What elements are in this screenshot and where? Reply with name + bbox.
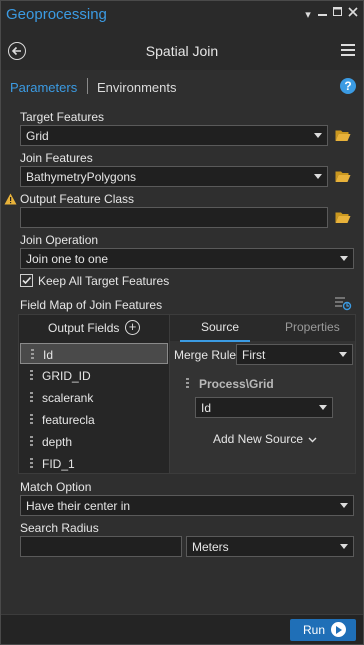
drag-handle-icon[interactable]	[30, 392, 33, 403]
drag-handle-icon[interactable]	[30, 436, 33, 447]
chevron-down-icon	[314, 133, 322, 138]
target-features-select[interactable]: Grid	[20, 125, 328, 146]
join-operation-label: Join Operation	[20, 233, 99, 247]
tab-environments[interactable]: Environments	[97, 80, 176, 95]
chevron-down-icon	[339, 352, 347, 357]
join-operation-select[interactable]: Join one to one	[20, 248, 354, 269]
run-label: Run	[303, 623, 326, 637]
drag-handle-icon[interactable]	[30, 414, 33, 425]
help-icon[interactable]: ?	[340, 78, 356, 94]
target-features-value: Grid	[26, 129, 49, 143]
field-name: FID_1	[42, 457, 75, 471]
field-map-settings-icon[interactable]	[334, 295, 352, 314]
join-operation-value: Join one to one	[26, 252, 109, 266]
chevron-down-icon	[314, 174, 322, 179]
folder-open-icon[interactable]	[335, 211, 351, 224]
run-button[interactable]: Run	[290, 619, 356, 641]
field-map-label: Field Map of Join Features	[20, 298, 163, 312]
menu-icon[interactable]	[341, 44, 355, 56]
tab-source-indicator	[180, 340, 250, 342]
source-field-value: Id	[201, 401, 212, 415]
output-feature-class-input[interactable]	[20, 207, 328, 228]
target-features-label: Target Features	[20, 110, 105, 124]
tool-title: Spatial Join	[145, 43, 219, 59]
field-name: depth	[42, 435, 73, 449]
chevron-down-icon	[308, 437, 317, 443]
list-item[interactable]: depth	[20, 431, 168, 452]
tab-parameters[interactable]: Parameters	[10, 80, 77, 95]
join-features-value: BathymetryPolygons	[26, 170, 137, 184]
drag-handle-icon[interactable]	[31, 349, 34, 360]
close-icon[interactable]	[347, 7, 359, 20]
list-item[interactable]: FID_1	[20, 453, 168, 474]
maximize-icon[interactable]	[332, 7, 344, 20]
dropdown-icon[interactable]: ▾	[302, 8, 314, 21]
search-radius-input[interactable]	[20, 536, 182, 557]
search-radius-unit-value: Meters	[192, 540, 229, 554]
play-icon	[331, 622, 346, 637]
field-name: GRID_ID	[42, 369, 91, 383]
drag-handle-icon[interactable]	[186, 378, 189, 389]
drag-handle-icon[interactable]	[30, 370, 33, 381]
output-feature-class-label: Output Feature Class	[20, 192, 135, 206]
tab-source[interactable]: Source	[201, 320, 239, 334]
chevron-down-icon	[319, 405, 327, 410]
list-item[interactable]: featurecla	[20, 409, 168, 430]
merge-rule-label: Merge Rule	[174, 348, 237, 362]
output-fields-header: Output Fields	[48, 321, 120, 335]
field-name: featurecla	[42, 413, 95, 427]
minimize-icon[interactable]	[317, 7, 329, 20]
folder-open-icon[interactable]	[335, 170, 351, 183]
field-name: Id	[43, 348, 54, 362]
match-option-select[interactable]: Have their center in	[20, 495, 354, 516]
chevron-down-icon	[340, 544, 348, 549]
tab-separator	[87, 78, 88, 94]
match-option-label: Match Option	[20, 480, 92, 494]
chevron-down-icon	[340, 503, 348, 508]
search-radius-unit-select[interactable]: Meters	[186, 536, 354, 557]
add-field-icon[interactable]: +	[125, 320, 140, 335]
window-title: Geoprocessing	[6, 6, 107, 23]
keep-all-checkbox[interactable]	[20, 274, 33, 287]
checkmark-icon	[22, 276, 32, 285]
list-item[interactable]: Id	[20, 343, 168, 364]
field-name: scalerank	[42, 391, 94, 405]
keep-all-label: Keep All Target Features	[38, 274, 170, 288]
warning-icon	[4, 193, 17, 208]
list-item[interactable]: GRID_ID	[20, 365, 168, 386]
folder-open-icon[interactable]	[335, 129, 351, 142]
search-radius-label: Search Radius	[20, 521, 99, 535]
chevron-down-icon	[340, 256, 348, 261]
source-header: Process\Grid	[199, 377, 274, 391]
source-field-select[interactable]: Id	[195, 397, 333, 418]
join-features-select[interactable]: BathymetryPolygons	[20, 166, 328, 187]
add-new-source-label: Add New Source	[213, 432, 304, 446]
tab-properties[interactable]: Properties	[285, 320, 340, 334]
add-new-source-button[interactable]: Add New Source	[213, 432, 317, 446]
list-item[interactable]: scalerank	[20, 387, 168, 408]
merge-rule-value: First	[242, 348, 266, 362]
drag-handle-icon[interactable]	[30, 458, 33, 469]
merge-rule-select[interactable]: First	[236, 344, 353, 365]
match-option-value: Have their center in	[26, 499, 131, 513]
join-features-label: Join Features	[20, 151, 93, 165]
